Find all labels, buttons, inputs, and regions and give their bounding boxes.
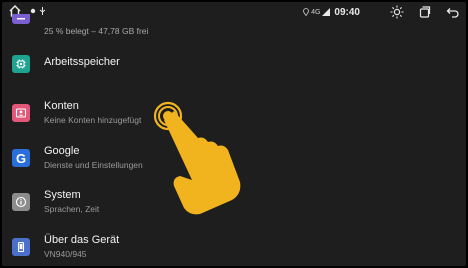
info-icon <box>12 193 30 211</box>
accounts-title: Konten <box>44 100 79 112</box>
storage-summary: 25 % belegt – 47,78 GB frei <box>44 26 149 36</box>
google-subtitle: Dienste und Einstellungen <box>44 160 143 170</box>
settings-item-storage[interactable]: 25 % belegt – 47,78 GB frei <box>2 12 466 48</box>
phone-device-icon <box>12 238 30 256</box>
settings-screen: 4G 09:40 25 % belegt – 47,78 GB frei Arb… <box>2 2 466 266</box>
google-title: Google <box>44 145 80 157</box>
system-title: System <box>44 189 81 201</box>
about-device-title: Über das Gerät <box>44 234 120 246</box>
storage-icon <box>12 14 30 24</box>
account-card-icon <box>12 104 30 122</box>
memory-chip-icon <box>12 55 30 73</box>
settings-item-about-device[interactable]: Über das Gerät VN940/945 <box>2 229 466 265</box>
about-device-subtitle: VN940/945 <box>44 249 87 259</box>
memory-title: Arbeitsspeicher <box>44 56 120 68</box>
system-subtitle: Sprachen, Zeit <box>44 204 100 214</box>
settings-item-memory[interactable]: Arbeitsspeicher <box>2 46 466 82</box>
google-icon: G <box>12 149 30 167</box>
tap-hand-gesture-icon <box>152 98 252 223</box>
accounts-subtitle: Keine Konten hinzugefügt <box>44 115 142 125</box>
